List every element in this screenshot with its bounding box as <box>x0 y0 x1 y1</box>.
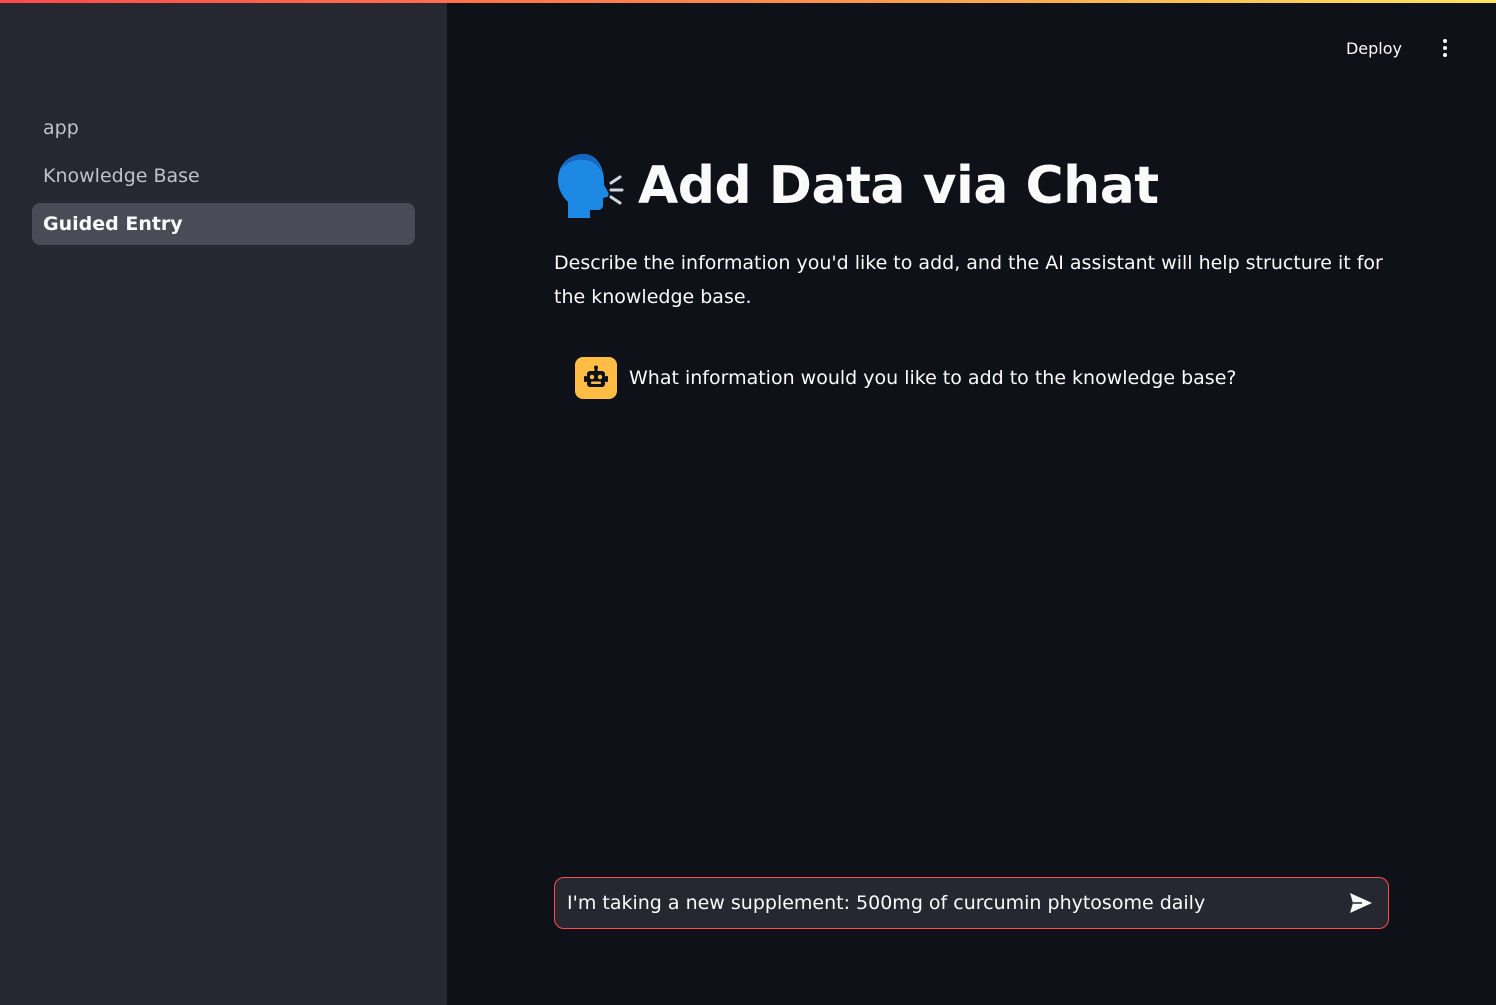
sidebar-item-guided-entry[interactable]: Guided Entry <box>32 203 415 245</box>
sidebar-item-label: app <box>43 117 79 139</box>
page-description: Describe the information you'd like to a… <box>554 252 1383 308</box>
robot-icon <box>584 365 608 387</box>
top-decoration-bar <box>0 0 1496 3</box>
header-actions: Deploy <box>1338 30 1456 66</box>
send-button[interactable] <box>1346 888 1376 918</box>
vertical-dots-icon[interactable] <box>1434 30 1456 66</box>
deploy-button[interactable]: Deploy <box>1338 33 1410 64</box>
speaking-head-icon <box>558 154 624 218</box>
title-row: Add Data via Chat <box>554 150 1159 222</box>
chat-input[interactable] <box>567 892 1346 914</box>
sidebar-item-knowledge-base[interactable]: Knowledge Base <box>32 155 415 197</box>
sidebar-item-label: Guided Entry <box>43 213 183 235</box>
page-title: Add Data via Chat <box>638 156 1159 216</box>
sidebar-item-app[interactable]: app <box>32 107 415 149</box>
chat-input-container <box>554 877 1389 929</box>
sidebar: app Knowledge Base Guided Entry <box>0 0 447 1005</box>
main-content: Deploy Add Data via Chat Describe the in… <box>447 0 1496 1005</box>
send-arrow-icon <box>1350 893 1372 913</box>
assistant-message-text: What information would you like to add t… <box>629 367 1237 389</box>
sidebar-item-label: Knowledge Base <box>43 165 200 187</box>
chat-message: What information would you like to add t… <box>575 357 1236 399</box>
sidebar-nav: app Knowledge Base Guided Entry <box>32 107 415 251</box>
assistant-avatar <box>575 357 617 399</box>
